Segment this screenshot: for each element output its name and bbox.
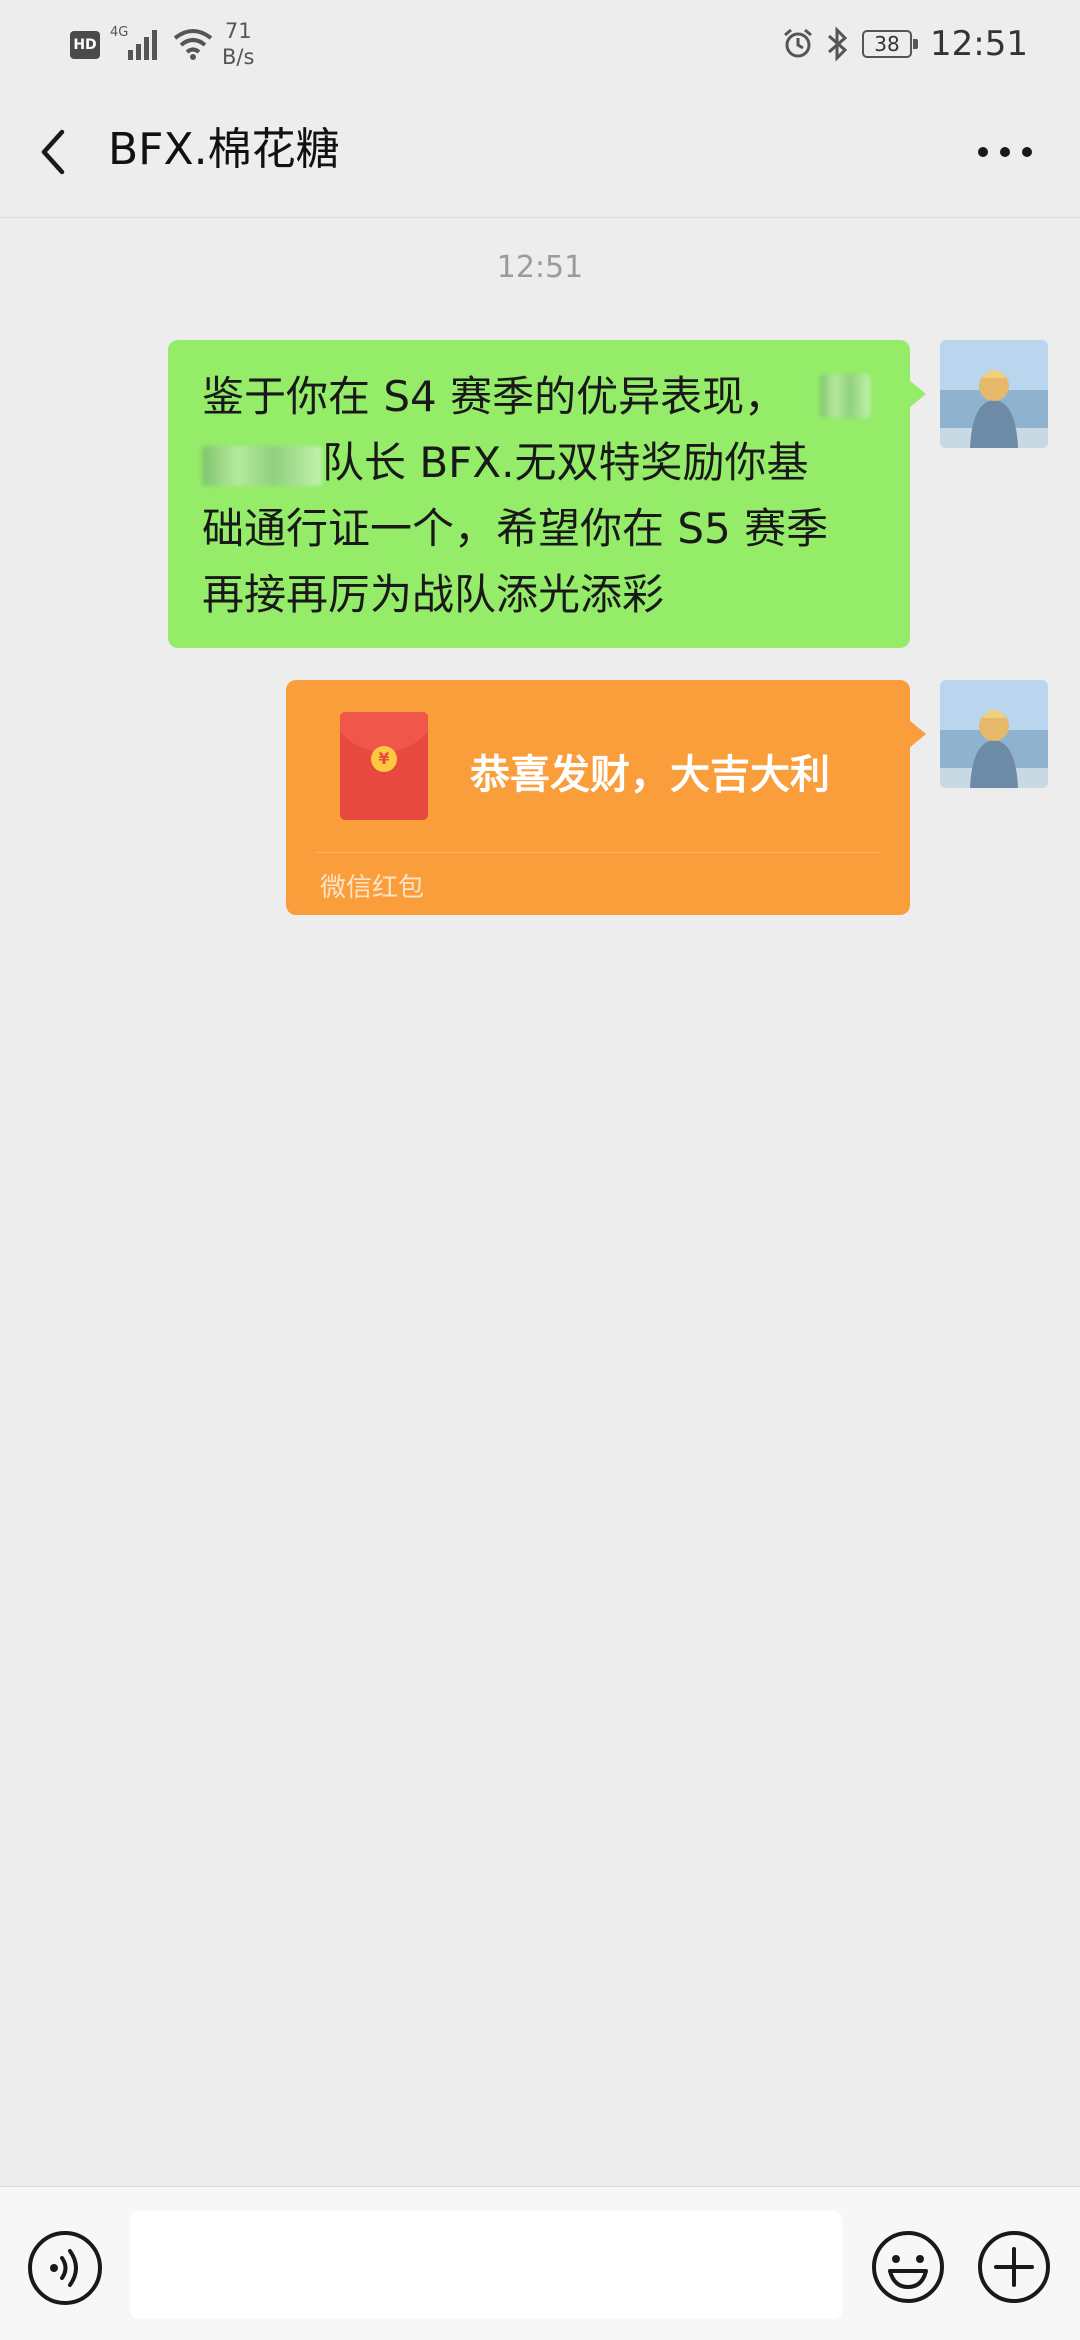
more-button[interactable] xyxy=(975,142,1035,162)
red-packet-greeting: 恭喜发财，大吉大利 xyxy=(470,752,830,798)
signal-icon: 4G xyxy=(110,22,166,66)
message-input[interactable] xyxy=(130,2211,842,2319)
alarm-icon xyxy=(782,28,814,64)
plus-icon xyxy=(978,2231,1050,2303)
avatar[interactable] xyxy=(940,340,1048,448)
voice-icon xyxy=(50,2249,78,2287)
network-type-label: 4G xyxy=(110,25,128,40)
message-line: 队长 BFX.无双特奖励你基 xyxy=(202,430,880,496)
message-line-visible: 队长 BFX.无双特奖励你基 xyxy=(322,438,809,487)
message-line: 再接再厉为战队添光添彩 xyxy=(202,570,665,619)
battery-icon: 38 xyxy=(862,30,918,58)
text-message-bubble[interactable]: 鉴于你在 S4 赛季的优异表现， 队长 BFX.无双特奖励你基 础通行证一个，希… xyxy=(168,340,926,648)
red-packet-message[interactable]: ¥ 恭喜发财，大吉大利 微信红包 xyxy=(286,680,926,915)
message-timestamp: 12:51 xyxy=(496,250,584,285)
chevron-left-icon xyxy=(41,129,65,175)
emoji-icon xyxy=(872,2231,944,2303)
speed-unit: B/s xyxy=(222,45,255,69)
red-packet-label: 微信红包 xyxy=(320,873,425,903)
wifi-icon xyxy=(172,28,214,64)
back-button[interactable] xyxy=(30,122,80,182)
coin-icon: ¥ xyxy=(371,746,397,772)
red-packet-icon: ¥ xyxy=(340,712,428,820)
hd-icon: HD xyxy=(70,31,100,59)
chat-header: BFX.棉花糖 xyxy=(0,82,1080,218)
input-bar xyxy=(0,2186,1080,2340)
status-time: 12:51 xyxy=(930,24,1028,64)
message-line: 鉴于你在 S4 赛季的优异表现， xyxy=(202,372,787,421)
emoji-button[interactable] xyxy=(870,2229,946,2305)
avatar[interactable] xyxy=(940,680,1048,788)
network-speed: 71 B/s xyxy=(222,18,254,70)
status-bar: HD 4G 71 B/s 38 12:51 xyxy=(0,0,1080,82)
divider xyxy=(316,852,880,853)
message-line: 础通行证一个，希望你在 S5 赛季 xyxy=(202,504,829,553)
voice-button[interactable] xyxy=(28,2231,102,2305)
bluetooth-icon xyxy=(825,26,849,66)
blurred-redaction xyxy=(820,374,870,418)
plus-button[interactable] xyxy=(976,2229,1052,2305)
blurred-redaction xyxy=(202,445,322,486)
speed-value: 71 xyxy=(224,19,252,43)
chat-title: BFX.棉花糖 xyxy=(108,124,340,175)
more-dots-icon xyxy=(978,147,1032,157)
